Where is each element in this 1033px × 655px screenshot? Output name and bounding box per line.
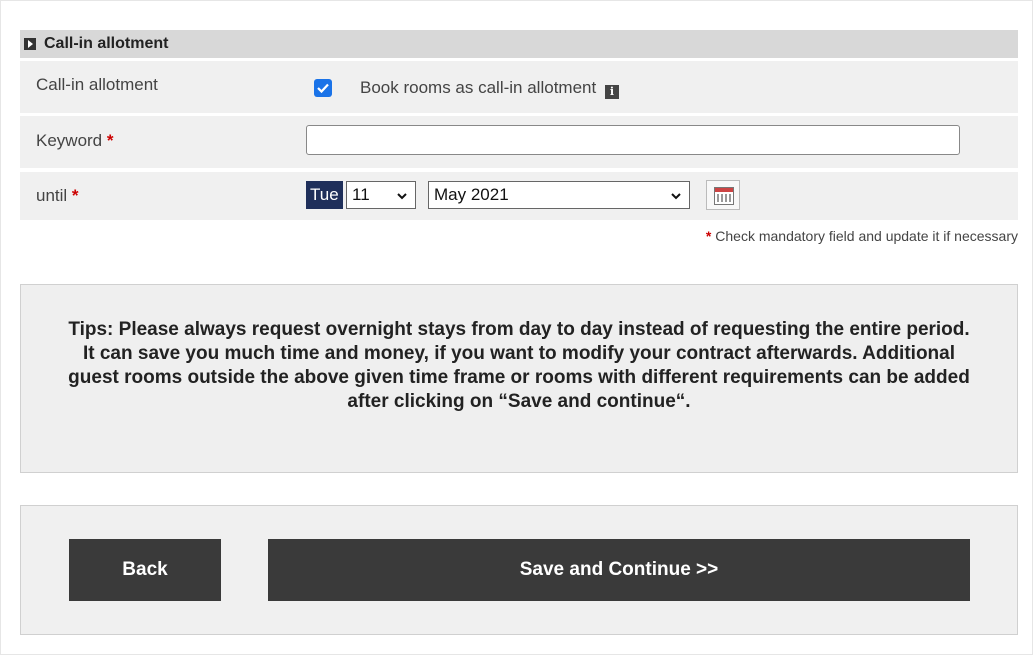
section-header[interactable]: Call-in allotment <box>20 30 1018 58</box>
info-icon[interactable]: i <box>604 85 619 99</box>
mandatory-note-text: Check mandatory field and update it if n… <box>715 228 1018 244</box>
chevron-down-icon <box>671 193 681 200</box>
save-and-continue-button[interactable]: Save and Continue >> <box>268 539 970 601</box>
checkbox-label: Book rooms as call-in allotment <box>360 78 597 97</box>
tips-text: Tips: Please always request overnight st… <box>68 319 970 412</box>
until-row: until * Tue 11 May 2021 <box>20 172 1018 220</box>
required-mark: * <box>71 186 79 205</box>
actions-panel: Back Save and Continue >> <box>20 505 1018 635</box>
section-title: Call-in allotment <box>44 35 169 52</box>
day-select-value: 11 <box>352 185 370 204</box>
expand-toggle-icon[interactable] <box>24 38 36 50</box>
keyword-input[interactable] <box>306 125 960 155</box>
back-button[interactable]: Back <box>69 539 221 601</box>
call-in-allotment-checkbox[interactable] <box>314 79 332 97</box>
month-select[interactable]: May 2021 <box>428 181 690 209</box>
month-select-value: May 2021 <box>434 185 509 204</box>
keyword-label-wrap: Keyword * <box>36 131 114 151</box>
checkmark-icon <box>317 83 329 94</box>
calendar-icon <box>714 187 734 205</box>
chevron-down-icon <box>397 193 407 200</box>
weekday-badge: Tue <box>306 181 343 209</box>
allotment-row: Call-in allotment Book rooms as call-in … <box>20 61 1018 113</box>
allotment-label: Call-in allotment <box>36 75 158 94</box>
until-label-wrap: until * <box>36 186 79 206</box>
mandatory-note: * Check mandatory field and update it if… <box>706 228 1018 244</box>
until-label: until <box>36 186 68 205</box>
calendar-button[interactable] <box>706 180 740 210</box>
required-mark: * <box>106 131 114 150</box>
tips-box: Tips: Please always request overnight st… <box>20 284 1018 473</box>
required-mark: * <box>705 228 712 244</box>
keyword-row: Keyword * <box>20 116 1018 168</box>
keyword-label: Keyword <box>36 131 103 150</box>
checkbox-label-wrap: Book rooms as call-in allotment i <box>360 78 619 99</box>
day-select[interactable]: 11 <box>346 181 416 209</box>
